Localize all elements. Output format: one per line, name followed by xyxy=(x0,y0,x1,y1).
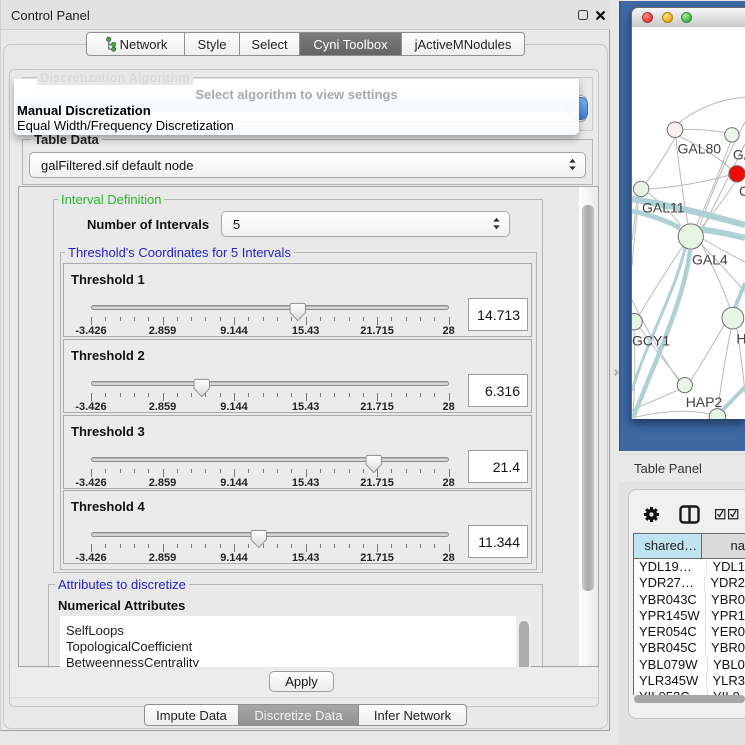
svg-text:GAL80: GAL80 xyxy=(678,141,722,157)
svg-text:GA: GA xyxy=(733,147,745,163)
svg-text:GAL4: GAL4 xyxy=(692,252,728,268)
svg-text:HAP2: HAP2 xyxy=(686,394,723,410)
svg-text:C: C xyxy=(739,183,745,199)
svg-text:HI: HI xyxy=(736,331,745,347)
svg-text:GCY1: GCY1 xyxy=(632,333,670,349)
svg-text:GAL11: GAL11 xyxy=(642,200,685,216)
